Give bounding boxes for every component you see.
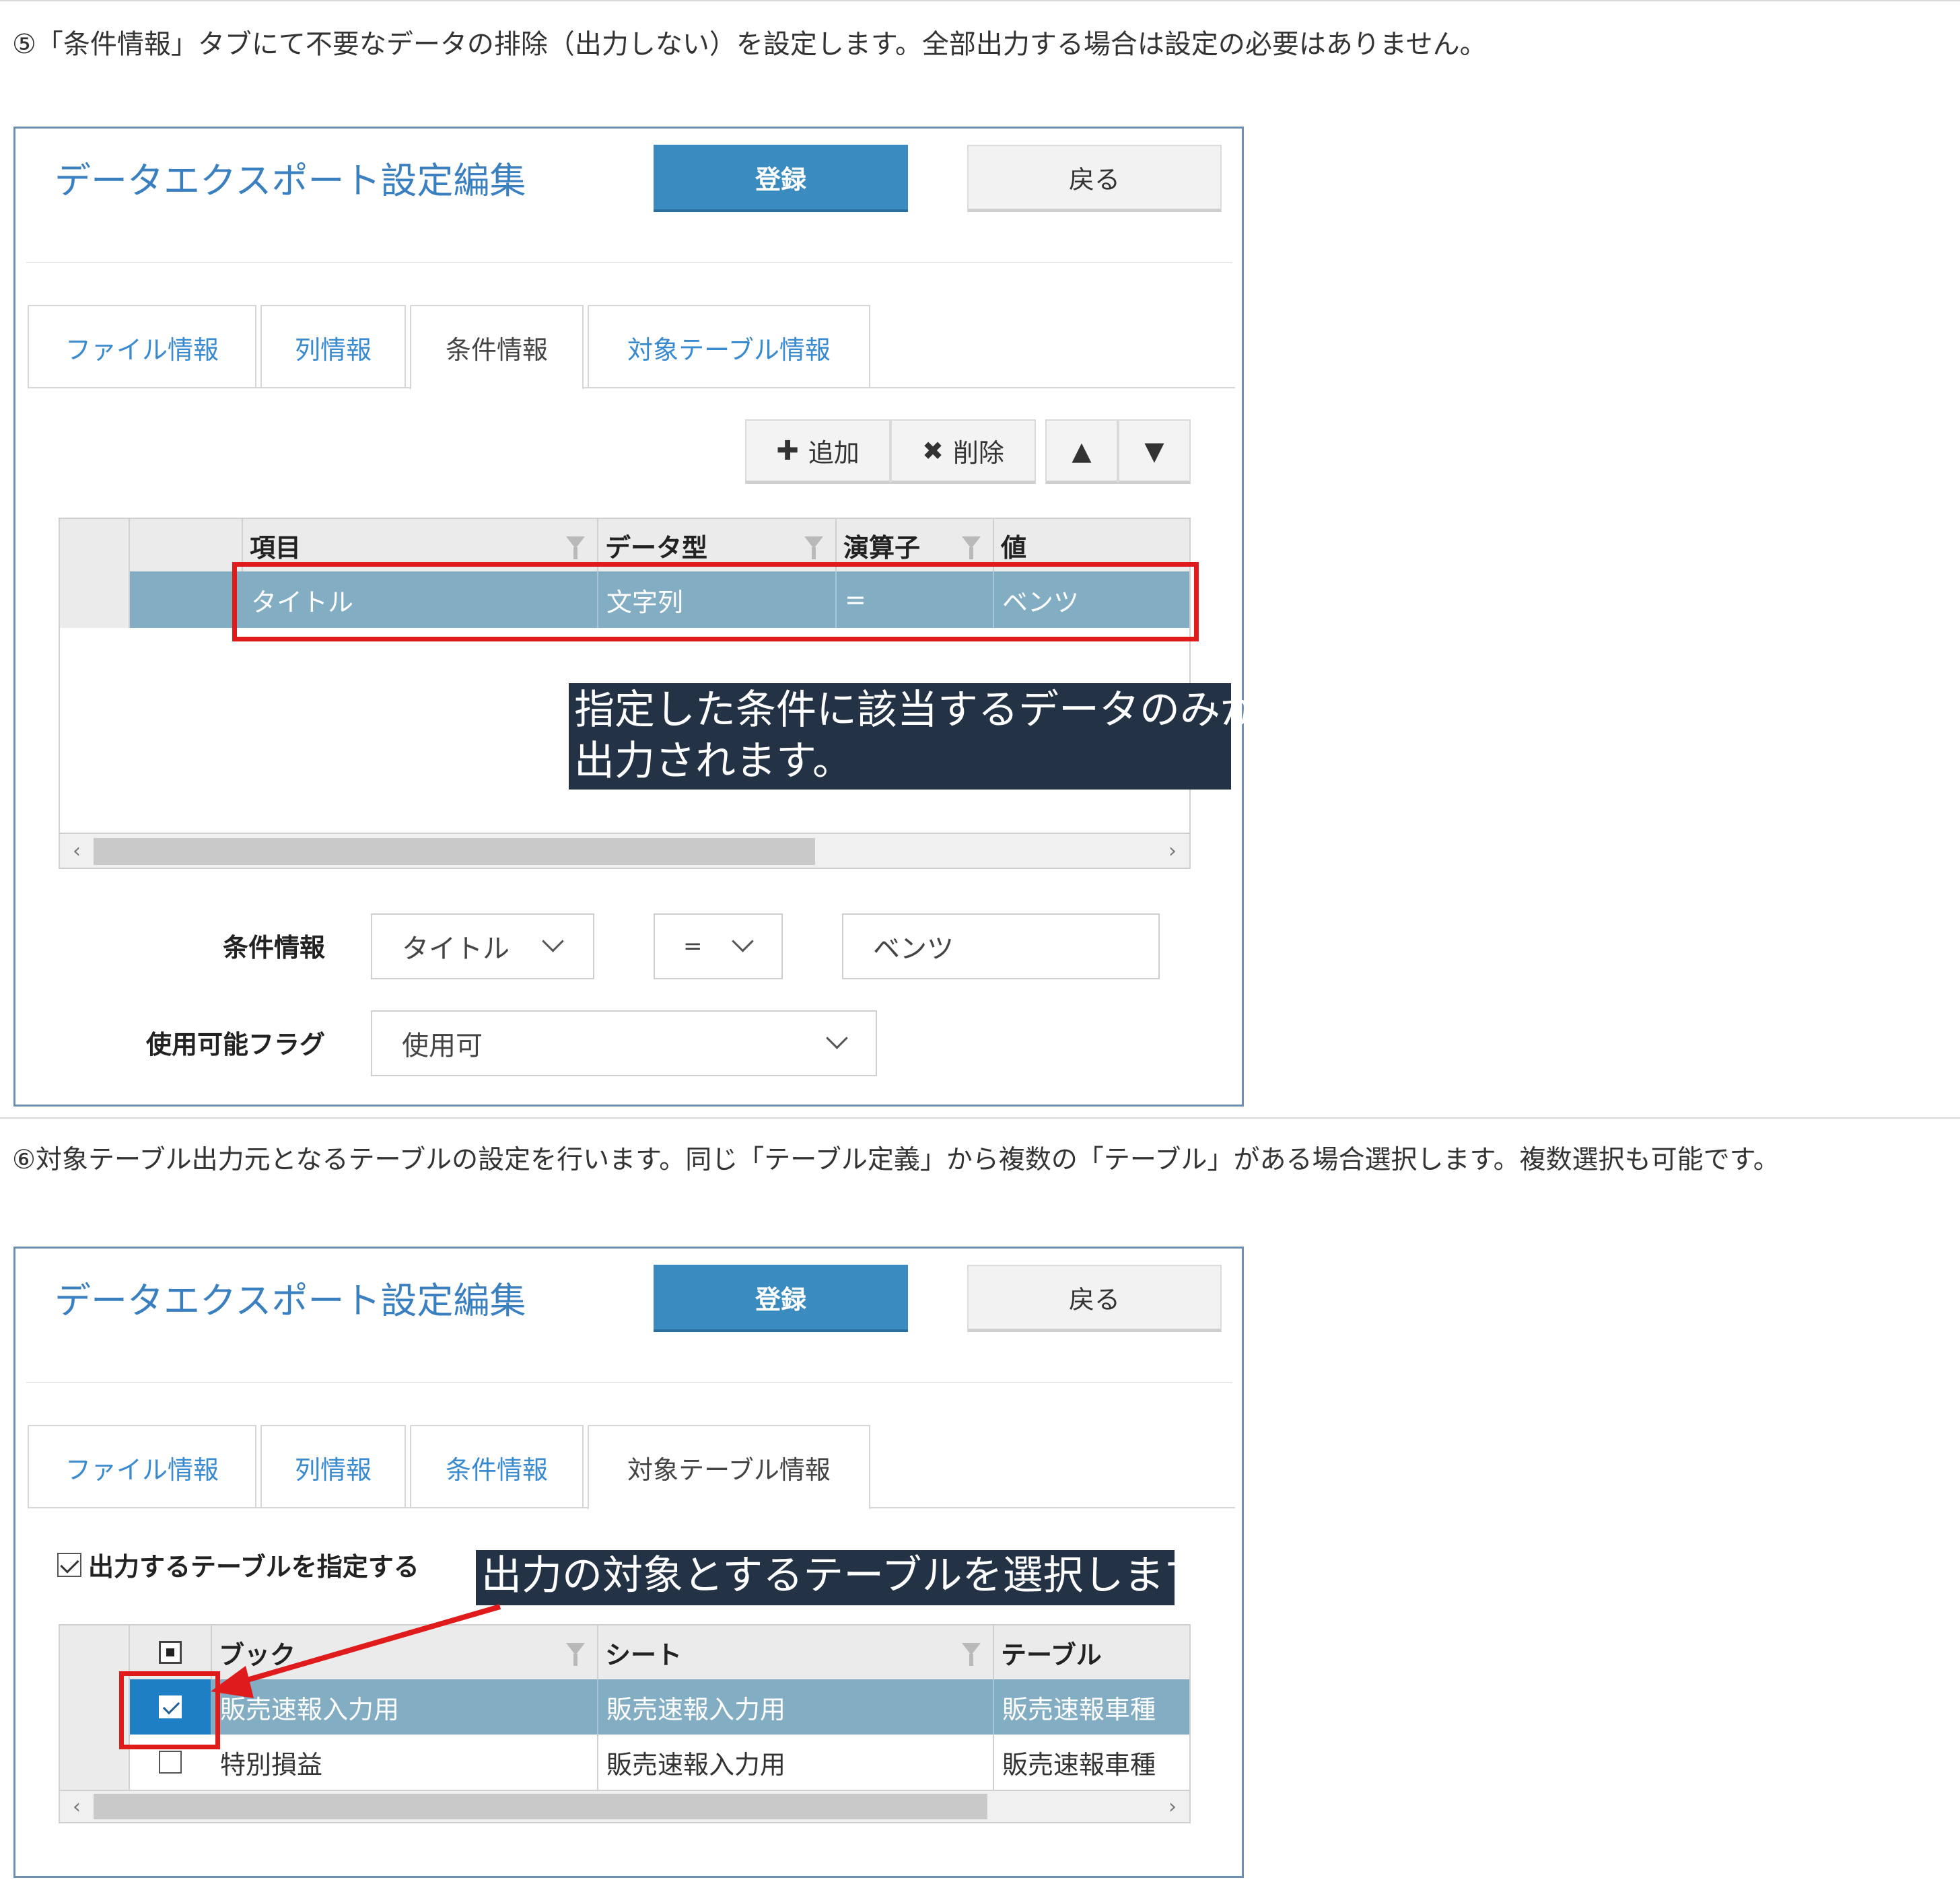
- filter-icon[interactable]: [566, 536, 585, 559]
- column-header-operator-label: 演算子: [843, 532, 921, 563]
- callout-line-1: 指定した条件に該当するデータのみが: [574, 687, 1261, 734]
- cell-sheet: 販売速報入力用: [597, 1679, 993, 1735]
- column-header-sheet[interactable]: シート: [597, 1625, 993, 1679]
- cell-book: 特別損益: [220, 1749, 323, 1780]
- triangle-down-icon: ▼: [1144, 435, 1164, 466]
- tab-target-table-info[interactable]: 対象テーブル情報: [588, 1425, 870, 1510]
- filter-icon[interactable]: [804, 536, 823, 559]
- delete-button[interactable]: ✖ 削除: [890, 419, 1036, 484]
- table-row[interactable]: 特別損益 販売速報入力用 販売速報車種: [130, 1735, 1189, 1790]
- filter-icon[interactable]: [962, 536, 981, 559]
- close-icon: ✖: [922, 435, 944, 466]
- chevron-down-icon: [732, 930, 754, 952]
- row-gutter: [60, 1679, 129, 1790]
- tab-file-info[interactable]: ファイル情報: [28, 305, 256, 388]
- row-gutter: [60, 571, 129, 628]
- chevron-right-icon[interactable]: ›: [1156, 1791, 1189, 1822]
- enable-flag-select-value: 使用可: [402, 1030, 483, 1061]
- add-button[interactable]: ✚ 追加: [745, 419, 890, 484]
- specify-tables-label: 出力するテーブルを指定する: [88, 1552, 419, 1582]
- enable-flag-select[interactable]: 使用可: [371, 1010, 877, 1076]
- scrollbar-thumb[interactable]: [94, 1794, 987, 1819]
- tab-baseline-right: [870, 1507, 1235, 1508]
- check-icon: [60, 1553, 79, 1574]
- cell-sheet: 販売速報入力用: [597, 1735, 993, 1790]
- arrowhead-icon: [211, 1666, 254, 1698]
- chevron-left-icon[interactable]: ‹: [60, 1791, 94, 1822]
- tab-file-info[interactable]: ファイル情報: [28, 1425, 256, 1508]
- callout-annotation: 出力の対象とするテーブルを選択します。: [476, 1550, 1241, 1605]
- arrow-annotation: [211, 1604, 501, 1698]
- delete-button-label: 削除: [952, 438, 1004, 468]
- condition-value-input-value: ベンツ: [873, 934, 954, 965]
- header-separator: [26, 1382, 1232, 1383]
- add-button-label: 追加: [808, 438, 860, 468]
- step6-instruction: ⑥対象テーブル出力元となるテーブルの設定を行います。同じ「テーブル定義」から複数…: [12, 1145, 1780, 1175]
- column-header-table-label: テーブル: [1001, 1640, 1102, 1670]
- filter-icon[interactable]: [962, 1643, 981, 1666]
- row-highlight-box: [232, 562, 1199, 641]
- screenshot-panel-conditions: データエクスポート設定編集 登録 戻る ファイル情報 列情報 条件情報 対象テー…: [13, 127, 1261, 1107]
- callout-annotation: 指定した条件に該当するデータのみが 出力されます。: [569, 683, 1261, 790]
- indeterminate-icon: [166, 1648, 174, 1656]
- section-divider: [0, 1117, 1960, 1119]
- horizontal-scrollbar[interactable]: ‹ ›: [60, 1790, 1189, 1822]
- screenshot-panel-target-tables: データエクスポート設定編集 登録 戻る ファイル情報 列情報 条件情報 対象テー…: [13, 1247, 1244, 1878]
- tab-baseline-right: [584, 387, 1235, 388]
- cell-table: 販売速報車種: [993, 1679, 1189, 1735]
- condition-item-select[interactable]: タイトル: [371, 913, 594, 979]
- column-header-datatype-label: データ型: [605, 532, 708, 563]
- specify-tables-option[interactable]: 出力するテーブルを指定する: [57, 1546, 419, 1583]
- filter-icon[interactable]: [566, 1643, 585, 1666]
- step5-instruction: ⑤「条件情報」タブにて不要なデータの排除（出力しない）を設定します。全部出力する…: [12, 29, 1487, 60]
- condition-item-select-value: タイトル: [402, 934, 510, 965]
- condition-operator-select-value: =: [683, 933, 703, 960]
- tab-target-table-info[interactable]: 対象テーブル情報: [588, 305, 870, 388]
- register-button[interactable]: 登録: [654, 1265, 908, 1332]
- arrow-shaft: [230, 1604, 501, 1687]
- move-up-button[interactable]: ▲: [1045, 419, 1118, 484]
- tab-column-info[interactable]: 列情報: [260, 305, 406, 388]
- row-checkbox-unchecked[interactable]: [159, 1751, 182, 1774]
- tab-condition-info[interactable]: 条件情報: [410, 1425, 584, 1508]
- column-header-table[interactable]: テーブル: [993, 1625, 1189, 1679]
- plus-icon: ✚: [776, 435, 799, 466]
- tab-baseline-left: [28, 387, 410, 388]
- enable-flag-label: 使用可能フラグ: [145, 1030, 325, 1059]
- register-button[interactable]: 登録: [654, 145, 908, 212]
- chevron-down-icon: [826, 1027, 848, 1049]
- top-divider: [0, 0, 1960, 1]
- select-all-checkbox[interactable]: [159, 1641, 182, 1664]
- move-down-button[interactable]: ▼: [1118, 419, 1191, 484]
- chevron-right-icon[interactable]: ›: [1156, 834, 1189, 868]
- triangle-up-icon: ▲: [1072, 435, 1092, 466]
- page-title: データエクスポート設定編集: [55, 1280, 526, 1322]
- condition-operator-select[interactable]: =: [654, 913, 783, 979]
- horizontal-scrollbar[interactable]: ‹ ›: [60, 833, 1189, 868]
- callout-line-2: 出力されます。: [574, 738, 853, 785]
- back-button[interactable]: 戻る: [967, 145, 1222, 212]
- chevron-left-icon[interactable]: ‹: [60, 834, 94, 868]
- header-separator: [26, 262, 1232, 263]
- page-title: データエクスポート設定編集: [55, 160, 526, 202]
- specify-tables-checkbox[interactable]: [57, 1552, 81, 1577]
- back-button[interactable]: 戻る: [967, 1265, 1222, 1332]
- chevron-down-icon: [542, 930, 564, 952]
- tab-condition-info[interactable]: 条件情報: [410, 305, 584, 390]
- tab-baseline-left: [28, 1507, 588, 1508]
- scrollbar-thumb[interactable]: [94, 838, 815, 865]
- column-header-value-label: 値: [1001, 532, 1027, 563]
- column-header-item-label: 項目: [250, 532, 302, 563]
- condition-label: 条件情報: [222, 933, 325, 963]
- cell-table: 販売速報車種: [993, 1735, 1189, 1790]
- column-header-sheet-label: シート: [605, 1640, 682, 1670]
- tab-column-info[interactable]: 列情報: [260, 1425, 406, 1508]
- condition-value-input[interactable]: ベンツ: [842, 913, 1160, 979]
